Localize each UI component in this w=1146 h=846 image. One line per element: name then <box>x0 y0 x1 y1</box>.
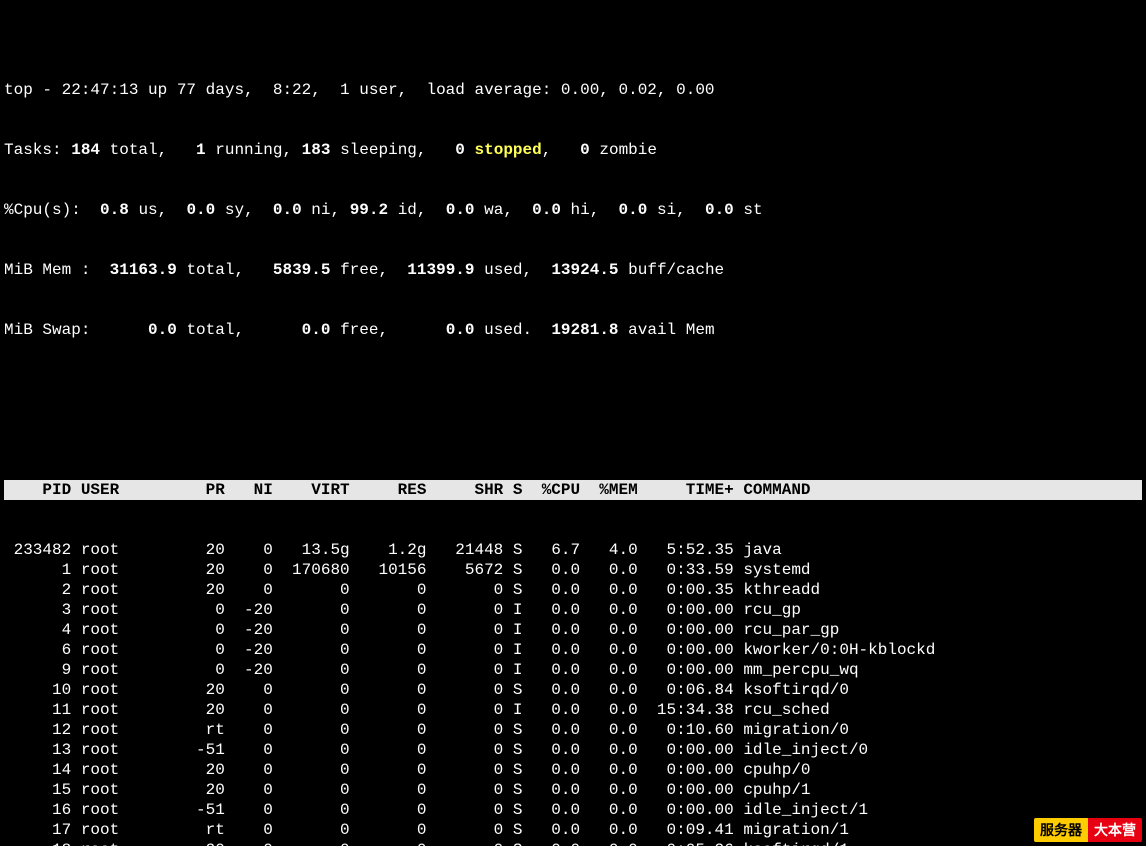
terminal-output[interactable]: top - 22:47:13 up 77 days, 8:22, 1 user,… <box>0 0 1146 846</box>
process-row[interactable]: 2 root 20 0 0 0 0 S 0.0 0.0 0:00.35 kthr… <box>4 580 1142 600</box>
process-row[interactable]: 3 root 0 -20 0 0 0 I 0.0 0.0 0:00.00 rcu… <box>4 600 1142 620</box>
process-row[interactable]: 9 root 0 -20 0 0 0 I 0.0 0.0 0:00.00 mm_… <box>4 660 1142 680</box>
process-row[interactable]: 6 root 0 -20 0 0 0 I 0.0 0.0 0:00.00 kwo… <box>4 640 1142 660</box>
process-row[interactable]: 233482 root 20 0 13.5g 1.2g 21448 S 6.7 … <box>4 540 1142 560</box>
process-table-header[interactable]: PID USER PR NI VIRT RES SHR S %CPU %MEM … <box>4 480 1142 500</box>
process-row[interactable]: 16 root -51 0 0 0 0 S 0.0 0.0 0:00.00 id… <box>4 800 1142 820</box>
process-row[interactable]: 18 root 20 0 0 0 0 S 0.0 0.0 0:05.36 kso… <box>4 840 1142 846</box>
process-table-body: 233482 root 20 0 13.5g 1.2g 21448 S 6.7 … <box>4 540 1142 846</box>
process-row[interactable]: 17 root rt 0 0 0 0 S 0.0 0.0 0:09.41 mig… <box>4 820 1142 840</box>
summary-line-1: top - 22:47:13 up 77 days, 8:22, 1 user,… <box>4 80 1142 100</box>
top-summary: top - 22:47:13 up 77 days, 8:22, 1 user,… <box>4 40 1142 380</box>
process-row[interactable]: 14 root 20 0 0 0 0 S 0.0 0.0 0:00.00 cpu… <box>4 760 1142 780</box>
process-row[interactable]: 15 root 20 0 0 0 0 S 0.0 0.0 0:00.00 cpu… <box>4 780 1142 800</box>
summary-line-cpu: %Cpu(s): 0.8 us, 0.0 sy, 0.0 ni, 99.2 id… <box>4 200 1142 220</box>
process-row[interactable]: 1 root 20 0 170680 10156 5672 S 0.0 0.0 … <box>4 560 1142 580</box>
process-row[interactable]: 10 root 20 0 0 0 0 S 0.0 0.0 0:06.84 kso… <box>4 680 1142 700</box>
process-row[interactable]: 13 root -51 0 0 0 0 S 0.0 0.0 0:00.00 id… <box>4 740 1142 760</box>
blank-line <box>4 420 1142 440</box>
summary-line-tasks: Tasks: 184 total, 1 running, 183 sleepin… <box>4 140 1142 160</box>
watermark-badge: 服务器 大本营 <box>1034 818 1142 842</box>
watermark-right: 大本营 <box>1088 818 1142 842</box>
summary-line-mem: MiB Mem : 31163.9 total, 5839.5 free, 11… <box>4 260 1142 280</box>
watermark-left: 服务器 <box>1034 818 1088 842</box>
process-row[interactable]: 11 root 20 0 0 0 0 I 0.0 0.0 15:34.38 rc… <box>4 700 1142 720</box>
process-row[interactable]: 12 root rt 0 0 0 0 S 0.0 0.0 0:10.60 mig… <box>4 720 1142 740</box>
summary-line-swap: MiB Swap: 0.0 total, 0.0 free, 0.0 used.… <box>4 320 1142 340</box>
process-row[interactable]: 4 root 0 -20 0 0 0 I 0.0 0.0 0:00.00 rcu… <box>4 620 1142 640</box>
